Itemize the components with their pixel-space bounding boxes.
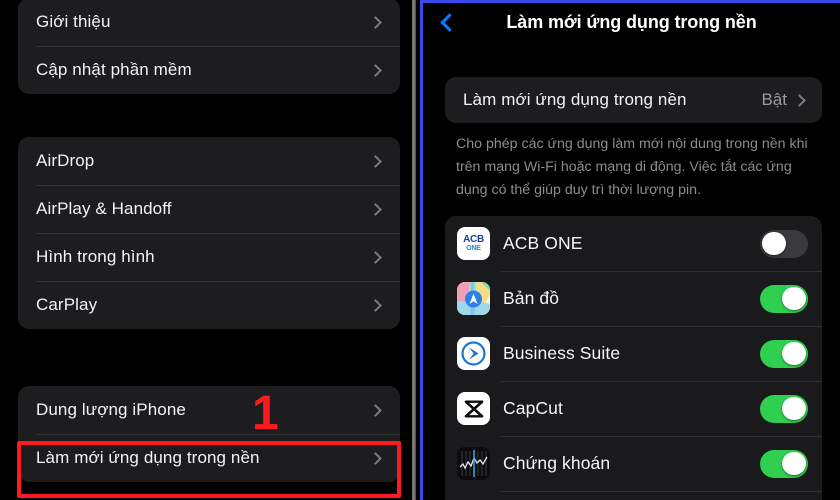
app-name: ACB ONE	[503, 233, 583, 253]
settings-group-about: Giới thiệu Cập nhật phần mềm	[18, 0, 400, 94]
stocks-icon	[457, 447, 490, 480]
section-description: Cho phép các ứng dụng làm mới nội dung t…	[456, 136, 808, 198]
app-row-partial[interactable]	[445, 491, 822, 500]
row-label: Hình trong hình	[36, 247, 155, 266]
background-refresh-setting-group: Làm mới ứng dụng trong nền Bật	[445, 77, 822, 123]
toggle-chung-khoan[interactable]	[760, 449, 808, 478]
row-label: Làm mới ứng dụng trong nền	[463, 90, 687, 109]
row-label: Cập nhật phần mềm	[36, 60, 192, 79]
right-phone-screen: Làm mới ứng dụng trong nền Làm mới ứng d…	[420, 0, 840, 500]
chevron-right-icon	[369, 154, 382, 168]
navigation-bar: Làm mới ứng dụng trong nền	[423, 3, 840, 41]
app-row-capcut[interactable]: CapCut	[445, 381, 822, 436]
toggle-knob	[782, 286, 806, 311]
chevron-right-icon	[793, 93, 806, 107]
settings-row-hinh-trong-hinh[interactable]: Hình trong hình	[18, 233, 400, 281]
toggle-acb-one[interactable]	[760, 229, 808, 258]
background-refresh-setting-row[interactable]: Làm mới ứng dụng trong nền Bật	[445, 77, 822, 123]
acb-one-icon: ACB ONE	[457, 227, 490, 260]
chevron-right-icon	[369, 202, 382, 216]
app-row-business-suite[interactable]: Business Suite	[445, 326, 822, 381]
stocks-icon-art	[457, 447, 490, 480]
screenshot-root: Giới thiệu Cập nhật phần mềm AirDrop Air…	[0, 0, 840, 500]
setting-value: Bật	[761, 90, 787, 109]
toggle-ban-do[interactable]	[760, 284, 808, 313]
app-name: Bản đồ	[503, 288, 560, 308]
app-row-ban-do[interactable]: Bản đồ	[445, 271, 822, 326]
apple-maps-icon-art	[457, 282, 490, 315]
chevron-right-icon	[369, 63, 382, 77]
settings-group-connectivity: AirDrop AirPlay & Handoff Hình trong hìn…	[18, 137, 400, 329]
left-phone-screen: Giới thiệu Cập nhật phần mềm AirDrop Air…	[0, 0, 412, 500]
settings-row-gioi-thieu[interactable]: Giới thiệu	[18, 0, 400, 46]
capcut-icon-art	[464, 399, 483, 418]
app-name: CapCut	[503, 398, 563, 418]
business-suite-icon	[457, 337, 490, 370]
toggle-knob	[782, 341, 806, 366]
app-name: Chứng khoán	[503, 453, 611, 473]
row-label: AirPlay & Handoff	[36, 199, 172, 218]
settings-row-airplay-handoff[interactable]: AirPlay & Handoff	[18, 185, 400, 233]
annotation-marker-1: 1	[252, 387, 279, 440]
apple-maps-icon	[457, 282, 490, 315]
app-name: Business Suite	[503, 343, 621, 363]
settings-row-airdrop[interactable]: AirDrop	[18, 137, 400, 185]
toggle-business-suite[interactable]	[760, 339, 808, 368]
chevron-right-icon	[369, 15, 382, 29]
toggle-knob	[782, 451, 806, 476]
acb-icon-line1: ACB	[463, 233, 484, 245]
chevron-right-icon	[369, 250, 382, 264]
row-label: AirDrop	[36, 151, 95, 170]
settings-row-dung-luong-iphone[interactable]: Dung lượng iPhone	[18, 386, 400, 434]
business-suite-icon-art	[461, 341, 486, 366]
app-toggle-list: ACB ONE ACB ONE Bản đồ Business Suite Ca…	[445, 216, 822, 500]
back-button[interactable]	[431, 6, 465, 38]
row-label: Giới thiệu	[36, 12, 111, 31]
chevron-left-icon	[440, 12, 459, 32]
chevron-right-icon	[369, 298, 382, 312]
row-label: CarPlay	[36, 295, 98, 314]
toggle-capcut[interactable]	[760, 394, 808, 423]
chevron-right-icon	[369, 403, 382, 417]
app-row-chung-khoan[interactable]: Chứng khoán	[445, 436, 822, 491]
settings-row-carplay[interactable]: CarPlay	[18, 281, 400, 329]
toggle-knob	[782, 396, 806, 421]
page-title: Làm mới ứng dụng trong nền	[506, 11, 757, 32]
acb-icon-line2: ONE	[466, 244, 481, 252]
capcut-icon	[457, 392, 490, 425]
app-row-acb-one[interactable]: ACB ONE ACB ONE	[445, 216, 822, 271]
settings-row-cap-nhat-phan-mem[interactable]: Cập nhật phần mềm	[18, 46, 400, 94]
annotation-highlight-1	[17, 441, 401, 498]
phone-bezel-divider	[412, 0, 416, 500]
toggle-knob	[762, 231, 786, 256]
row-label: Dung lượng iPhone	[36, 400, 186, 419]
